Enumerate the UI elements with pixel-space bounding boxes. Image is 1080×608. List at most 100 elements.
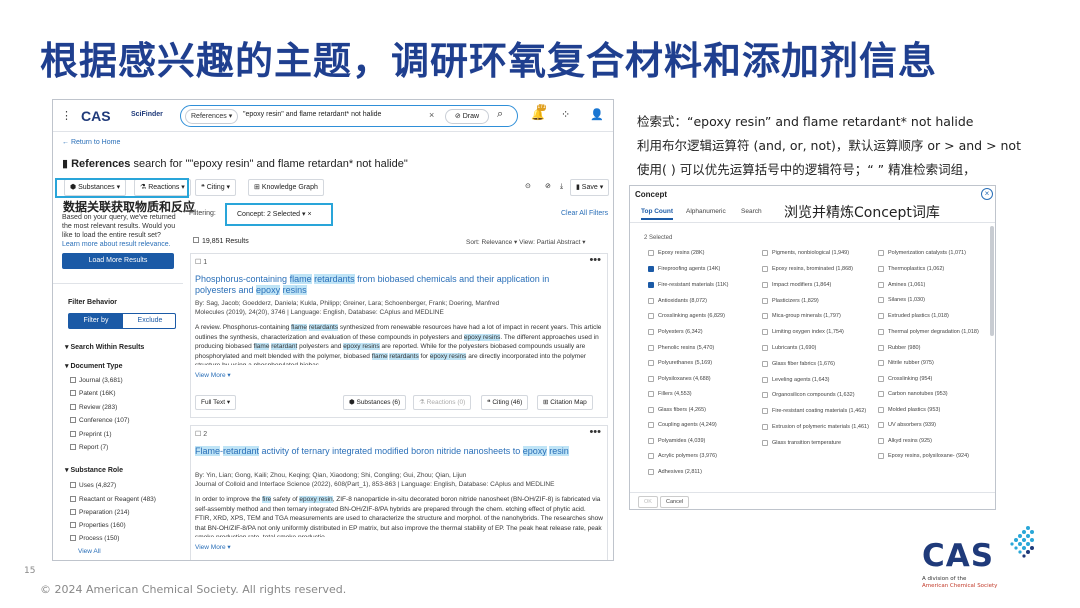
view-more-link[interactable]: View More ▾ — [195, 543, 231, 551]
checkbox[interactable] — [648, 313, 654, 319]
checkbox[interactable] — [878, 250, 884, 256]
checkbox[interactable] — [878, 328, 884, 335]
checkbox[interactable] — [878, 437, 884, 444]
checkbox[interactable] — [762, 345, 768, 351]
facet-review[interactable]: Review (283) — [70, 404, 117, 411]
result-reactions-button[interactable]: ⚗ Reactions (0) — [413, 395, 472, 410]
facet-uses[interactable]: Uses (4,827) — [70, 482, 116, 489]
concept-option[interactable]: Polyamides (4,039) — [648, 437, 758, 445]
view-more-link[interactable]: View More ▾ — [195, 371, 231, 379]
save-dropdown[interactable]: ▮ Save ▾ — [570, 179, 610, 196]
concept-option[interactable]: Coupling agents (4,249) — [648, 422, 758, 429]
apps-grid-icon[interactable]: ⁘ — [561, 108, 570, 121]
concept-option[interactable]: Carbon nanotubes (953) — [878, 391, 988, 398]
facet-conference[interactable]: Conference (107) — [70, 417, 130, 424]
result-number[interactable]: ☐ 2 — [195, 430, 207, 438]
more-options-icon[interactable]: ••• — [589, 254, 601, 266]
download-icon[interactable]: ⤓ — [555, 179, 569, 196]
concept-option[interactable]: Organosilicon compounds (1,632) — [762, 392, 872, 399]
concept-option[interactable]: Acrylic polymers (3,976) — [648, 453, 758, 460]
concept-option[interactable]: UV absorbers (939) — [878, 422, 988, 429]
concept-option[interactable]: Impact modifiers (1,864) — [762, 282, 872, 289]
checkbox[interactable] — [878, 281, 884, 288]
concept-option[interactable]: Crosslinking (954) — [878, 375, 988, 383]
checkbox[interactable] — [648, 281, 654, 288]
concept-option[interactable]: Plasticizers (1,829) — [762, 297, 872, 305]
checkbox[interactable] — [648, 375, 654, 382]
checkbox[interactable] — [762, 297, 768, 304]
concept-option[interactable]: Rubber (980) — [878, 344, 988, 352]
checkbox[interactable] — [648, 453, 654, 459]
concept-option[interactable]: Phenolic resins (5,470) — [648, 344, 758, 352]
checkbox[interactable] — [878, 375, 884, 382]
facet-preparation[interactable]: Preparation (214) — [70, 509, 130, 516]
checkbox[interactable] — [878, 453, 884, 459]
concept-option[interactable]: Fireproofing agents (14K) — [648, 265, 758, 273]
concept-option[interactable]: Silanes (1,030) — [878, 297, 988, 304]
compare-icon[interactable]: ⊙ — [520, 179, 536, 196]
user-icon[interactable]: 👤 — [590, 108, 604, 121]
link-icon[interactable]: ⊘ — [540, 179, 556, 196]
concept-filter-chip[interactable]: Concept: 2 Selected ▾ × — [225, 203, 333, 226]
tab-top-count[interactable]: Top Count — [641, 208, 674, 220]
checkbox[interactable] — [878, 406, 884, 413]
checkbox[interactable] — [648, 344, 654, 351]
checkbox[interactable] — [762, 392, 768, 398]
concept-option[interactable]: Epoxy resins (28K) — [648, 250, 758, 257]
concept-option[interactable]: Glass fiber fabrics (1,676) — [762, 360, 872, 368]
concept-option[interactable]: Amines (1,061) — [878, 281, 988, 289]
checkbox[interactable] — [648, 265, 654, 272]
full-text-dropdown[interactable]: Full Text ▾ — [195, 395, 237, 410]
concept-option[interactable]: Molded plastics (953) — [878, 406, 988, 414]
checkbox[interactable] — [762, 282, 768, 288]
concept-option[interactable]: Fillers (4,553) — [648, 391, 758, 398]
concept-option[interactable]: Polyesters (6,342) — [648, 329, 758, 336]
concept-option[interactable]: Polyurethanes (5,169) — [648, 360, 758, 367]
concept-option[interactable]: Limiting oxygen index (1,754) — [762, 329, 872, 336]
checkbox[interactable] — [878, 360, 884, 366]
citation-map-button[interactable]: ⊞ Citation Map — [537, 395, 593, 410]
concept-option[interactable]: Crosslinking agents (6,829) — [648, 313, 758, 320]
checkbox[interactable] — [762, 424, 768, 430]
exclude-button[interactable]: Exclude — [123, 314, 177, 328]
checkbox[interactable] — [878, 391, 884, 397]
tab-alphanumeric[interactable]: Alphanumeric — [686, 208, 726, 215]
citing-dropdown[interactable]: ❝ Citing ▾ — [195, 179, 237, 196]
checkbox[interactable] — [762, 329, 768, 335]
facet-process[interactable]: Process (150) — [70, 535, 119, 542]
concept-option[interactable]: Epoxy resins, brominated (1,868) — [762, 266, 872, 273]
result-title[interactable]: Flame-retardant activity of ternary inte… — [195, 446, 585, 457]
view-all-link[interactable]: View All — [78, 548, 101, 555]
search-box[interactable]: References ▾ "epoxy resin" and flame ret… — [180, 105, 518, 127]
close-icon[interactable]: × — [981, 188, 993, 200]
concept-option[interactable]: Adhesives (2,811) — [648, 468, 758, 476]
checkbox[interactable] — [648, 329, 654, 335]
checkbox[interactable] — [648, 250, 654, 256]
facet-patent[interactable]: Patent (16K) — [70, 390, 116, 397]
concept-option[interactable]: Thermoplastics (1,062) — [878, 266, 988, 273]
checkbox[interactable] — [648, 437, 654, 444]
concept-option[interactable]: Polysiloxanes (4,688) — [648, 375, 758, 383]
search-input[interactable]: "epoxy resin" and flame retardant* not h… — [243, 111, 381, 118]
checkbox[interactable] — [878, 297, 884, 303]
concept-option[interactable]: Leveling agents (1,643) — [762, 376, 872, 384]
knowledge-graph-button[interactable]: ⊞ Knowledge Graph — [248, 179, 324, 196]
concept-option[interactable]: Extrusion of polymeric materials (1,461) — [762, 424, 872, 431]
substance-role-heading[interactable]: ▾ Substance Role — [65, 466, 123, 474]
search-icon[interactable]: ⌕ — [497, 108, 503, 121]
checkbox[interactable] — [762, 313, 768, 319]
draw-button[interactable]: ⊘ Draw — [445, 109, 489, 124]
checkbox[interactable] — [878, 422, 884, 428]
menu-icon[interactable]: ⋮ — [61, 109, 72, 122]
concept-option[interactable]: Alkyd resins (925) — [878, 437, 988, 445]
concept-option[interactable]: Nitrile rubber (975) — [878, 360, 988, 367]
checkbox[interactable] — [762, 266, 768, 272]
checkbox[interactable] — [648, 406, 654, 413]
clear-icon[interactable]: × — [429, 110, 434, 120]
cancel-button[interactable]: Cancel — [660, 496, 690, 508]
facet-journal[interactable]: Journal (3,681) — [70, 377, 123, 384]
learn-more-link[interactable]: Learn more about result relevance. — [62, 241, 180, 248]
concept-option[interactable]: Polymerization catalysts (1,071) — [878, 250, 988, 257]
checkbox[interactable] — [648, 468, 654, 475]
checkbox[interactable] — [648, 297, 654, 304]
